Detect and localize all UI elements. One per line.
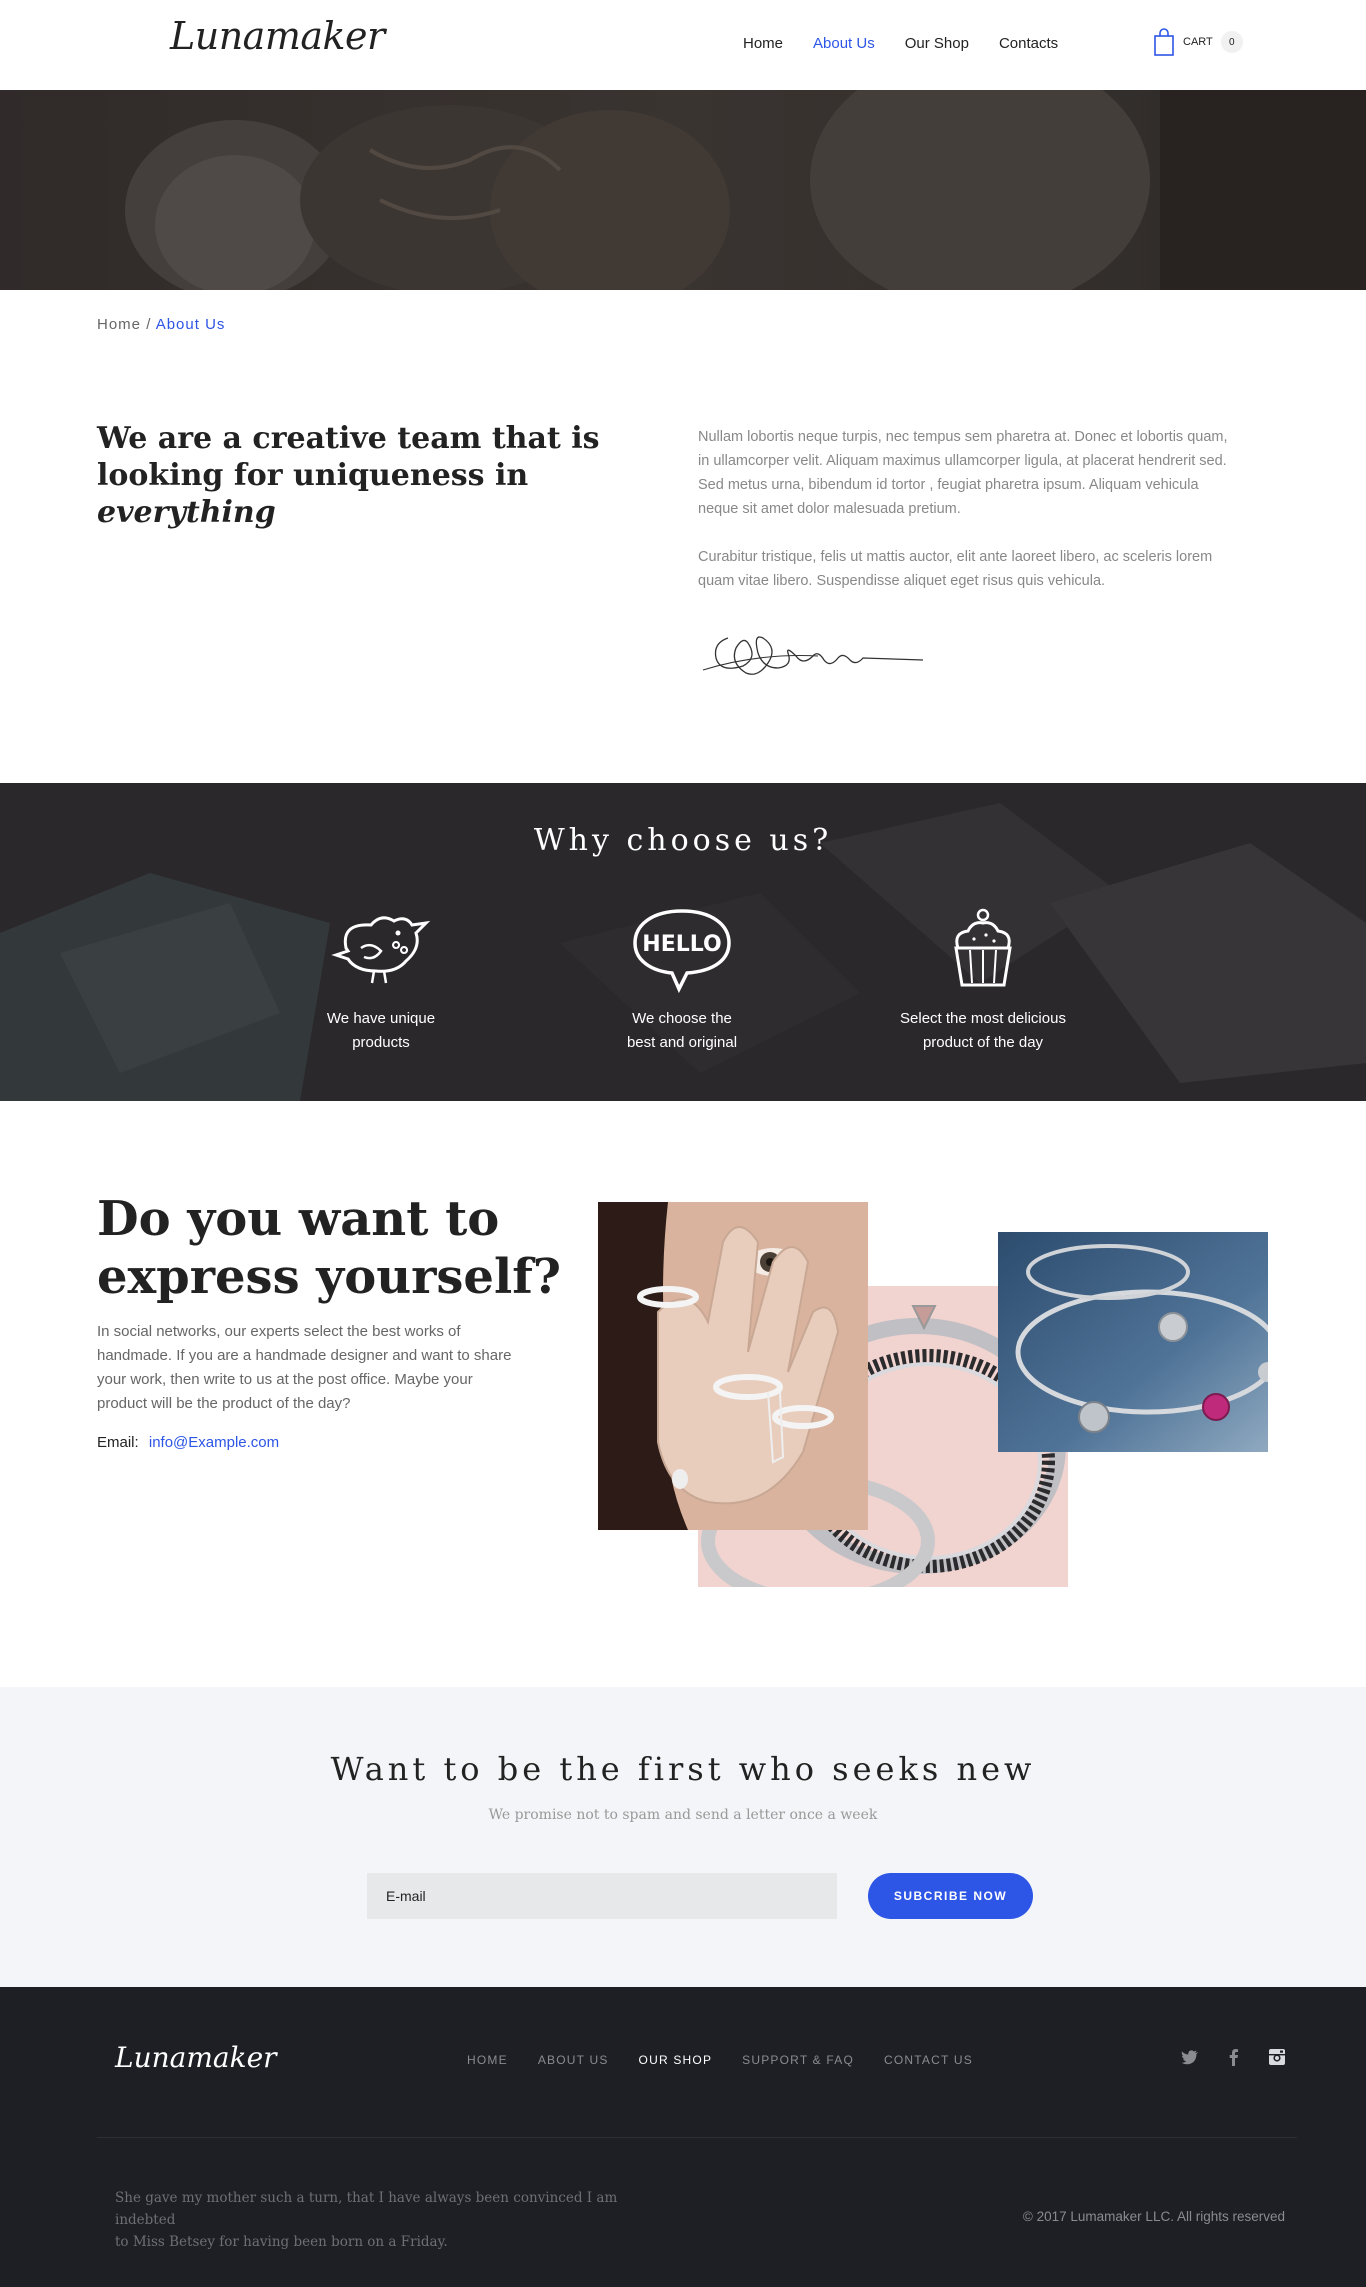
footer-nav-home[interactable]: HOME bbox=[467, 2053, 508, 2067]
about-heading: We are a creative team that is looking f… bbox=[97, 420, 657, 531]
bracelet-blue-photo bbox=[998, 1232, 1268, 1452]
feature-best-original: HELLO We choose the best and original bbox=[572, 903, 792, 1055]
newsletter-title: Want to be the first who seeks new bbox=[330, 1750, 1036, 1788]
nav-home[interactable]: Home bbox=[743, 35, 783, 52]
express-text: In social networks, our experts select t… bbox=[97, 1323, 512, 1412]
about-text: Nullam lobortis neque turpis, nec tempus… bbox=[698, 425, 1238, 617]
cupcake-icon bbox=[954, 908, 1012, 987]
newsletter-email-input[interactable] bbox=[367, 1873, 837, 1919]
cart-count-badge: 0 bbox=[1220, 31, 1243, 53]
express-heading-line2: express yourself? bbox=[97, 1249, 561, 1305]
about-paragraph-2: Curabitur tristique, felis ut mattis auc… bbox=[698, 549, 1213, 589]
cart-label: CART bbox=[1183, 36, 1213, 48]
site-logo[interactable]: Lunamaker bbox=[170, 14, 385, 58]
hero-banner-image bbox=[0, 90, 1366, 290]
bird-icon bbox=[331, 916, 431, 984]
breadcrumb-home[interactable]: Home bbox=[97, 316, 141, 333]
footer-quote-line1: She gave my mother such a turn, that I h… bbox=[115, 2190, 618, 2228]
nav-our-shop[interactable]: Our Shop bbox=[905, 35, 969, 52]
footer-logo[interactable]: Lunamaker bbox=[115, 2041, 277, 2074]
express-heading-line1: Do you want to bbox=[97, 1191, 500, 1247]
footer-nav-contact-us[interactable]: CONTACT US bbox=[884, 2053, 973, 2067]
breadcrumb-current: About Us bbox=[155, 316, 226, 333]
instagram-icon[interactable] bbox=[1267, 2047, 1287, 2067]
site-header: Lunamaker Home About Us Our Shop Contact… bbox=[0, 0, 1366, 90]
feature-unique-products: We have unique products bbox=[271, 903, 491, 1055]
hello-bubble-icon: HELLO bbox=[633, 909, 731, 993]
footer-nav-support-faq[interactable]: SUPPORT & FAQ bbox=[742, 2053, 854, 2067]
footer-nav: HOME ABOUT US OUR SHOP SUPPORT & FAQ CON… bbox=[467, 2053, 1003, 2067]
about-heading-line1: We are a creative team that is bbox=[97, 421, 600, 456]
feature-1-line2: products bbox=[352, 1034, 410, 1051]
feature-3-line1: Select the most delicious bbox=[900, 1010, 1066, 1027]
site-footer: Lunamaker HOME ABOUT US OUR SHOP SUPPORT… bbox=[0, 1987, 1366, 2287]
email-link[interactable]: info@Example.com bbox=[149, 1434, 279, 1451]
cart-button[interactable]: CART 0 bbox=[1153, 28, 1243, 56]
feature-3-line2: product of the day bbox=[922, 1034, 1044, 1051]
newsletter-subtitle: We promise not to spam and send a letter… bbox=[488, 1807, 878, 1823]
about-heading-line2: looking for uniqueness in bbox=[97, 458, 529, 493]
nav-about-us[interactable]: About Us bbox=[813, 35, 875, 52]
why-choose-us-section: Why choose us? We have unique products H… bbox=[0, 783, 1366, 1101]
email-line: Email: info@Example.com bbox=[97, 1434, 279, 1451]
footer-quote: She gave my mother such a turn, that I h… bbox=[115, 2187, 645, 2253]
newsletter-section: Want to be the first who seeks new We pr… bbox=[0, 1687, 1366, 1987]
facebook-icon[interactable] bbox=[1224, 2047, 1244, 2067]
twitter-icon[interactable] bbox=[1180, 2047, 1200, 2067]
email-label: Email: bbox=[97, 1434, 139, 1451]
about-heading-emphasis: everything bbox=[97, 495, 276, 530]
feature-delicious-product: Select the most delicious product of the… bbox=[873, 903, 1093, 1055]
subscribe-button[interactable]: SUBCRIBE NOW bbox=[868, 1873, 1033, 1919]
about-paragraph-1: Nullam lobortis neque turpis, nec tempus… bbox=[698, 429, 1228, 517]
footer-quote-line2: to Miss Betsey for having been born on a… bbox=[115, 2234, 448, 2250]
nav-contacts[interactable]: Contacts bbox=[999, 35, 1058, 52]
why-title: Why choose us? bbox=[533, 823, 833, 858]
feature-1-line1: We have unique bbox=[326, 1010, 436, 1027]
main-nav: Home About Us Our Shop Contacts bbox=[743, 35, 1088, 52]
breadcrumb: Home / About Us bbox=[97, 316, 225, 333]
breadcrumb-separator: / bbox=[146, 316, 152, 333]
svg-text:HELLO: HELLO bbox=[642, 932, 721, 957]
footer-copyright: © 2017 Lumamaker LLC. All rights reserve… bbox=[1022, 2209, 1285, 2224]
shopping-bag-icon bbox=[1154, 28, 1174, 56]
footer-nav-about-us[interactable]: ABOUT US bbox=[538, 2053, 609, 2067]
footer-divider bbox=[97, 2137, 1297, 2138]
feature-2-line1: We choose the bbox=[632, 1010, 732, 1027]
face-rings-photo bbox=[598, 1202, 868, 1530]
signature-image bbox=[702, 636, 924, 675]
feature-2-line2: best and original bbox=[626, 1034, 738, 1051]
footer-nav-our-shop[interactable]: OUR SHOP bbox=[639, 2053, 713, 2067]
express-heading: Do you want to express yourself? bbox=[97, 1190, 577, 1306]
